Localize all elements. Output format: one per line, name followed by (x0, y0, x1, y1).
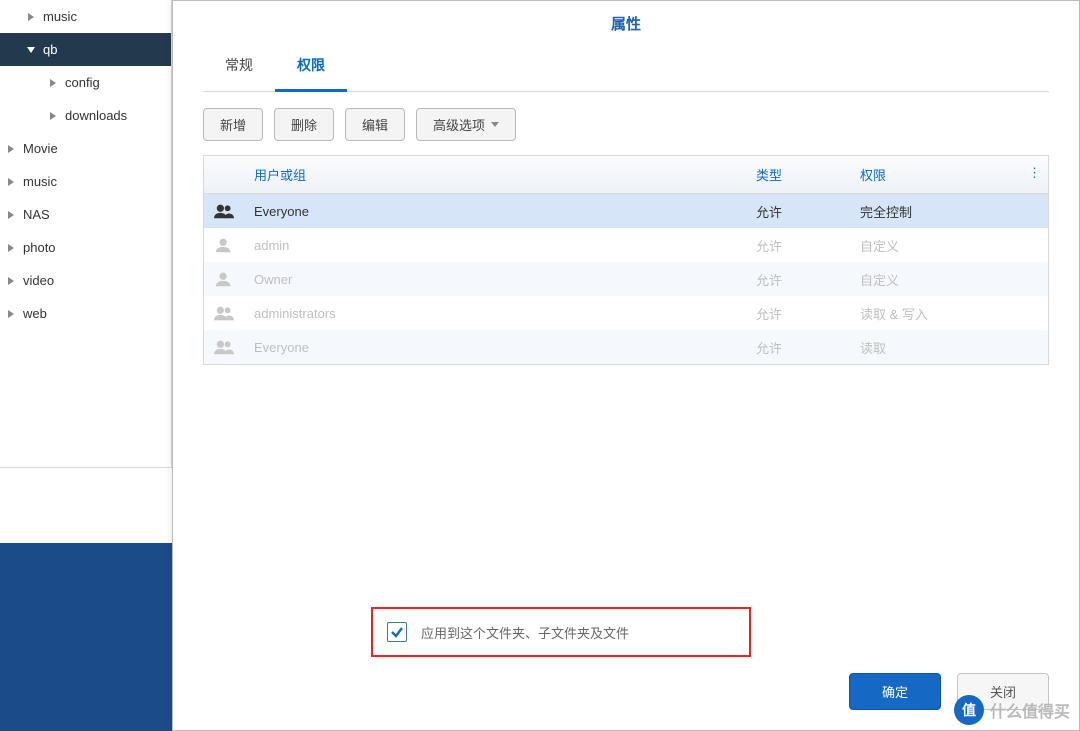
triangle-right-icon (50, 112, 56, 120)
triangle-right-icon (8, 277, 14, 285)
col-permission[interactable]: 权限 (850, 156, 1018, 193)
toolbar: 新增 删除 编辑 高级选项 (203, 108, 1049, 141)
user-icon (204, 271, 244, 287)
cell-permission: 读取 & 写入 (850, 304, 1018, 323)
tree-item-photo[interactable]: photo (0, 231, 171, 264)
dialog-title: 属性 (173, 1, 1079, 44)
col-type[interactable]: 类型 (746, 156, 850, 193)
triangle-right-icon (8, 178, 14, 186)
tree-item-config[interactable]: config (0, 66, 171, 99)
cell-user: Everyone (244, 340, 746, 355)
table-row[interactable]: admin 允许 自定义 (204, 228, 1048, 262)
table-row[interactable]: Everyone 允许 读取 (204, 330, 1048, 364)
tree-item-music[interactable]: music (0, 165, 171, 198)
cell-user: Owner (244, 272, 746, 287)
cell-user: administrators (244, 306, 746, 321)
cell-permission: 完全控制 (850, 202, 1018, 221)
triangle-right-icon (50, 79, 56, 87)
dialog-buttons: 确定 关闭 (849, 673, 1049, 710)
tree-item-web[interactable]: web (0, 297, 171, 330)
cell-type: 允许 (746, 270, 850, 289)
tree-item-qb[interactable]: qb (0, 33, 171, 66)
group-icon (204, 339, 244, 355)
triangle-right-icon (8, 244, 14, 252)
add-button[interactable]: 新增 (203, 108, 263, 141)
apply-recursive-section: 应用到这个文件夹、子文件夹及文件 (371, 607, 751, 657)
table-row[interactable]: administrators 允许 读取 & 写入 (204, 296, 1048, 330)
user-icon (204, 237, 244, 253)
triangle-right-icon (28, 13, 34, 21)
edit-button[interactable]: 编辑 (345, 108, 405, 141)
cell-type: 允许 (746, 202, 850, 221)
group-icon (204, 305, 244, 321)
triangle-right-icon (8, 211, 14, 219)
group-icon (204, 203, 244, 219)
caret-down-icon (491, 122, 499, 127)
permissions-table: 用户或组 类型 权限 ⋮ Everyone 允许 完全控制 admin 允许 (203, 155, 1049, 365)
cell-permission: 读取 (850, 338, 1018, 357)
tab-permissions[interactable]: 权限 (275, 45, 347, 92)
triangle-down-icon (27, 47, 35, 53)
advanced-options-button[interactable]: 高级选项 (416, 108, 516, 141)
tab-bar: 常规 权限 (203, 44, 1049, 92)
folder-tree-sidebar: music qb config downloads Movie music NA… (0, 0, 172, 468)
triangle-right-icon (8, 310, 14, 318)
check-icon (390, 625, 404, 639)
table-body: Everyone 允许 完全控制 admin 允许 自定义 Owner 允许 (204, 194, 1048, 364)
col-icon[interactable] (204, 156, 244, 193)
tree-item-movie[interactable]: Movie (0, 132, 171, 165)
delete-button[interactable]: 删除 (274, 108, 334, 141)
cell-type: 允许 (746, 236, 850, 255)
background-panel (0, 543, 172, 731)
tree-item-downloads[interactable]: downloads (0, 99, 171, 132)
tab-general[interactable]: 常规 (203, 45, 275, 92)
col-user-or-group[interactable]: 用户或组 (244, 156, 746, 193)
column-menu-icon[interactable]: ⋮ (1018, 156, 1048, 193)
cell-permission: 自定义 (850, 270, 1018, 289)
cell-user: Everyone (244, 204, 746, 219)
table-row[interactable]: Owner 允许 自定义 (204, 262, 1048, 296)
properties-dialog: 属性 常规 权限 新增 删除 编辑 高级选项 用户或组 类型 权限 ⋮ Ever… (172, 0, 1080, 731)
apply-recursive-label: 应用到这个文件夹、子文件夹及文件 (421, 623, 629, 642)
cell-type: 允许 (746, 304, 850, 323)
cell-type: 允许 (746, 338, 850, 357)
tree-item-video[interactable]: video (0, 264, 171, 297)
table-row[interactable]: Everyone 允许 完全控制 (204, 194, 1048, 228)
cell-user: admin (244, 238, 746, 253)
ok-button[interactable]: 确定 (849, 673, 941, 710)
close-button[interactable]: 关闭 (957, 673, 1049, 710)
triangle-right-icon (8, 145, 14, 153)
apply-recursive-checkbox[interactable] (387, 622, 407, 642)
cell-permission: 自定义 (850, 236, 1018, 255)
tree-item-nas[interactable]: NAS (0, 198, 171, 231)
tree-item-music-sub[interactable]: music (0, 0, 171, 33)
table-header: 用户或组 类型 权限 ⋮ (204, 156, 1048, 194)
